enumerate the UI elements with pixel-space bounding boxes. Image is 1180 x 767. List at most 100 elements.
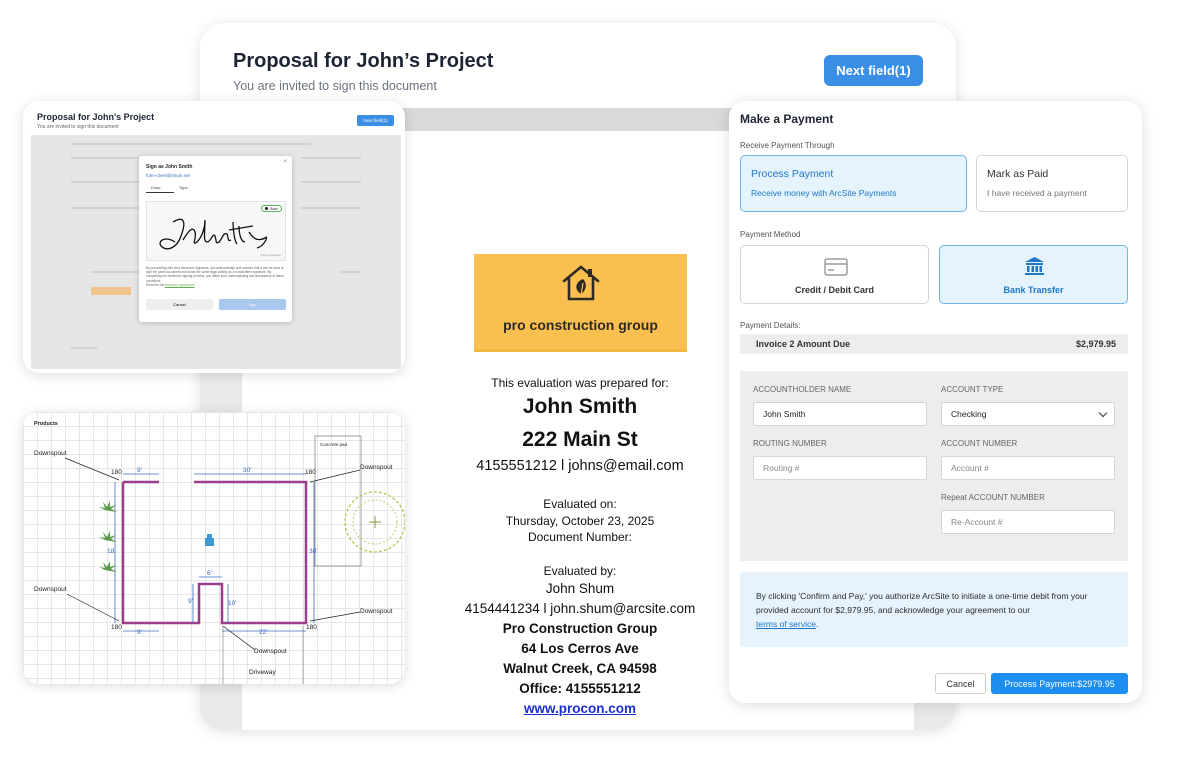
holder-name-input[interactable]: John Smith xyxy=(753,402,927,426)
color-selector[interactable]: Black xyxy=(261,205,282,212)
evaluated-on-label: Evaluated on: xyxy=(543,497,617,511)
document-subtitle: You are invited to sign this document xyxy=(233,79,437,93)
sig-document-subtitle: You are invited to sign this document xyxy=(37,124,119,130)
signature-pad[interactable]: Black Clear signature xyxy=(146,201,286,261)
evaluated-on-date: Thursday, October 23, 2025 xyxy=(505,514,655,528)
method-card[interactable]: Credit / Debit Card xyxy=(740,245,929,304)
method-bank[interactable]: Bank Transfer xyxy=(939,245,1128,304)
tab-draw[interactable]: Draw xyxy=(151,185,160,190)
company-street: 64 Los Cerros Ave xyxy=(521,641,639,656)
holder-label: ACCOUNTHOLDER NAME xyxy=(753,385,852,394)
option-process-payment[interactable]: Process Payment Receive money with ArcSi… xyxy=(740,155,967,212)
document-number-label: Document Number: xyxy=(527,530,633,544)
downspout-label-sw: Downspout xyxy=(34,586,67,593)
signature-modal: × Sign as John Smith fohn-client@shum.ne… xyxy=(139,156,292,322)
process-payment-button[interactable]: Process Payment:$2979.95 xyxy=(991,673,1128,694)
company-website-link[interactable]: www.procon.com xyxy=(424,701,736,716)
color-dot-icon xyxy=(265,207,269,210)
dim-9-mid: 9' xyxy=(188,598,193,605)
account-type-select[interactable]: Checking xyxy=(941,402,1115,426)
dim-180-se: 180 xyxy=(306,624,317,631)
client-contact: 4155551212 l johns@email.com xyxy=(476,458,684,474)
legal-link-prefix: Read the full xyxy=(146,282,164,287)
dim-180-sw: 180 xyxy=(111,624,122,631)
option-process-title: Process Payment xyxy=(751,168,834,180)
downspout-label-ne: Downspout xyxy=(360,464,393,471)
notice-text: By clicking 'Confirm and Pay,' you autho… xyxy=(756,589,1116,631)
dim-18-left: 18 xyxy=(107,548,115,555)
bank-icon xyxy=(1025,257,1044,275)
document-title: Proposal for John’s Project xyxy=(233,50,494,72)
option-paid-desc: I have received a payment xyxy=(987,188,1087,198)
option-mark-paid[interactable]: Mark as Paid I have received a payment xyxy=(976,155,1128,212)
handwritten-signature xyxy=(159,218,268,250)
invoice-amount-row: Invoice 2 Amount Due $2,979.95 xyxy=(740,334,1128,354)
client-address: 222 Main St xyxy=(522,428,638,451)
floor-plan-drawing xyxy=(64,435,405,684)
downspout-label-s: Downspout xyxy=(254,648,287,655)
house-leaf-icon xyxy=(562,265,600,301)
option-process-desc: Receive money with ArcSite Payments xyxy=(751,188,897,198)
signer-email: fohn-client@shum.net xyxy=(146,173,190,178)
receive-through-label: Receive Payment Through xyxy=(740,141,835,150)
client-name: John Smith xyxy=(522,395,638,418)
concrete-pad-label: Concrete pad xyxy=(320,442,348,447)
company-name: Pro Construction Group xyxy=(502,621,658,636)
legal-text: By proceeding with your electronic signa… xyxy=(146,266,286,287)
evaluator-contact: 4154441234 l john.shum@arcsite.com xyxy=(464,601,696,616)
company-office: Office: 4155551212 xyxy=(519,681,641,696)
downspout-label-nw: Downspout xyxy=(34,450,67,457)
option-paid-title: Mark as Paid xyxy=(987,168,1049,180)
driveway-label: Driveway xyxy=(249,669,276,676)
notice-end: . xyxy=(816,619,819,629)
legal-link[interactable]: electronic agreement xyxy=(165,283,195,287)
invoice-amount: $2,979.95 xyxy=(1075,339,1116,349)
tab-type[interactable]: Type xyxy=(179,185,188,190)
method-card-label: Credit / Debit Card xyxy=(794,285,874,295)
bank-form: ACCOUNTHOLDER NAME John Smith ACCOUNT TY… xyxy=(740,371,1128,561)
company-city: Walnut Creek, CA 94598 xyxy=(503,661,657,676)
terms-link[interactable]: terms of service xyxy=(756,619,816,629)
company-logo: pro construction group xyxy=(474,254,687,352)
logo-text: pro construction group xyxy=(503,317,658,333)
dim-180-ne: 180 xyxy=(305,469,316,476)
downspout-label-se: Downspout xyxy=(360,608,393,615)
prepared-for-label: This evaluation was prepared for: xyxy=(491,376,669,390)
payment-details-label: Payment Details: xyxy=(740,321,801,330)
floor-plan-card: Products Downspout Downspout Downspout D… xyxy=(23,412,405,684)
dim-10: 10' xyxy=(228,600,237,607)
repeat-account-label: Repeat ACCOUNT NUMBER xyxy=(941,493,1045,502)
credit-card-icon xyxy=(824,258,848,276)
account-type-label: ACCOUNT TYPE xyxy=(941,385,1004,394)
evaluator-name: John Shum xyxy=(545,581,615,596)
sig-next-field-button[interactable]: Next field(1) xyxy=(357,115,394,126)
payment-title: Make a Payment xyxy=(740,112,834,126)
routing-label: ROUTING NUMBER xyxy=(753,439,827,448)
account-type-value: Checking xyxy=(951,409,987,419)
document-header: Proposal for John’s Project You are invi… xyxy=(200,23,956,108)
active-tab-indicator xyxy=(146,192,174,193)
sig-sign-button[interactable]: Sign xyxy=(219,299,286,310)
next-field-button[interactable]: Next field(1) xyxy=(824,55,923,86)
dim-9-bottom: 9' xyxy=(137,629,142,636)
sig-cancel-button[interactable]: Cancel xyxy=(146,299,213,310)
repeat-account-input[interactable]: Re-Account # xyxy=(941,510,1115,534)
clear-signature-link[interactable]: Clear signature xyxy=(261,253,281,257)
account-number-input[interactable]: Account # xyxy=(941,456,1115,480)
routing-number-input[interactable]: Routing # xyxy=(753,456,927,480)
dim-180-nw: 180 xyxy=(111,469,122,476)
cancel-button[interactable]: Cancel xyxy=(935,673,986,694)
color-chip-label: Black xyxy=(270,206,278,211)
sig-document-title: Proposal for John's Project xyxy=(37,112,155,122)
close-icon[interactable]: × xyxy=(283,159,287,165)
signature-preview-card: Proposal for John's Project You are invi… xyxy=(23,101,405,373)
chevron-down-icon xyxy=(1098,408,1108,418)
dim-9-top: 9' xyxy=(137,467,142,474)
payment-dialog: Make a Payment Receive Payment Through P… xyxy=(729,101,1142,703)
legal-body: By proceeding with your electronic signa… xyxy=(146,266,284,283)
marketing-composite: Proposal for John’s Project You are invi… xyxy=(0,0,1180,767)
sign-as-title: Sign as John Smith xyxy=(146,164,193,170)
account-number-label: ACCOUNT NUMBER xyxy=(941,439,1018,448)
notice-body: By clicking 'Confirm and Pay,' you autho… xyxy=(756,591,1088,615)
invoice-label: Invoice 2 Amount Due xyxy=(756,339,851,349)
